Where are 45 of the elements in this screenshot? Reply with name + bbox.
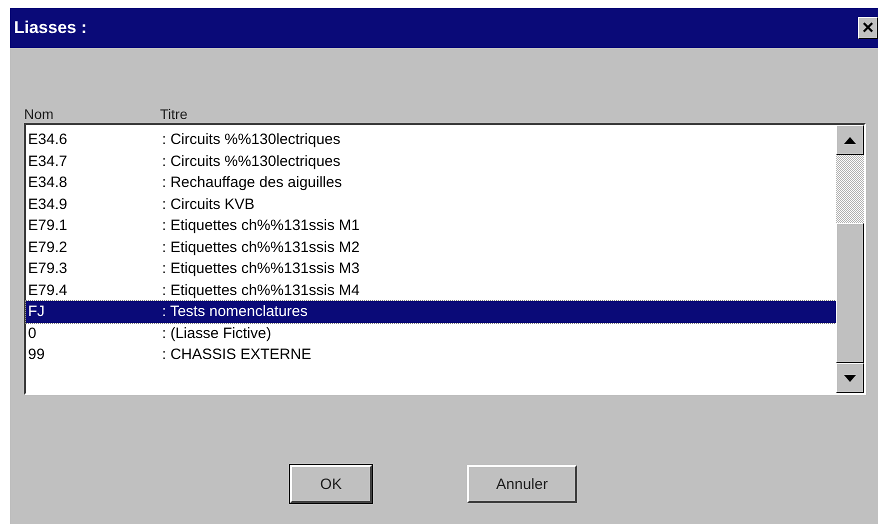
list-row[interactable]: E79.4 : Etiquettes ch%%131ssis M4 xyxy=(26,280,836,301)
close-button[interactable]: × xyxy=(858,17,878,39)
column-header: Nom xyxy=(24,106,55,122)
name-text: 0 xyxy=(28,324,38,342)
list-row[interactable]: E79.3 : Etiquettes ch%%131ssis M3 xyxy=(26,258,836,280)
name-text: FJ xyxy=(28,303,46,320)
name-text: E79.1 xyxy=(28,217,68,234)
scrollbar[interactable] xyxy=(836,125,864,393)
list-row[interactable]: E79.1 : Etiquettes ch%%131ssis M1 xyxy=(26,215,836,236)
title-text: : (Liasse Fictive) xyxy=(162,324,272,342)
title-text: : Etiquettes ch%%131ssis M1 xyxy=(162,217,360,234)
title-text: : Rechauffage des aiguilles xyxy=(162,174,342,192)
window-title: Liasses : xyxy=(14,18,87,38)
name-text: E34.7 xyxy=(28,152,68,170)
list-row[interactable]: 99 : CHASSIS EXTERNE xyxy=(26,344,836,366)
list-row[interactable]: FJ : Tests nomenclatures xyxy=(26,301,836,322)
cancel-button[interactable]: Annuler xyxy=(467,465,577,503)
name-text: E79.3 xyxy=(28,260,68,278)
name-text: E34.9 xyxy=(28,196,68,213)
title-text: : Circuits %%130lectriques xyxy=(162,152,340,170)
list-row[interactable]: 0 : (Liasse Fictive) xyxy=(26,322,836,344)
name-text: 99 xyxy=(28,346,46,364)
down-arrow-icon xyxy=(844,374,856,382)
title-text: : Circuits KVB xyxy=(162,196,255,213)
up-arrow-icon xyxy=(844,136,856,144)
list-row[interactable]: E34.6 : Circuits %%130lectriques xyxy=(26,129,836,150)
name-text: E79.4 xyxy=(28,282,68,299)
scroll-down-button[interactable] xyxy=(836,363,864,393)
name-text: E34.8 xyxy=(28,174,68,192)
scroll-up-button[interactable] xyxy=(836,125,864,155)
title-text: : Etiquettes ch%%131ssis M3 xyxy=(162,260,360,278)
list-row[interactable]: E34.7 : Circuits %%130lectriques xyxy=(26,150,836,172)
title-text: : Etiquettes ch%%131ssis M2 xyxy=(162,238,360,256)
column-header: Titre xyxy=(160,106,188,122)
name-text: E34.6 xyxy=(28,131,68,148)
title-text: : CHASSIS EXTERNE xyxy=(162,346,312,364)
list-row[interactable]: E34.9 : Circuits KVB xyxy=(26,194,836,215)
list-row[interactable]: E79.2 : Etiquettes ch%%131ssis M2 xyxy=(26,236,836,258)
title-text: : Circuits %%130lectriques xyxy=(162,131,340,148)
title-text: : Etiquettes ch%%131ssis M4 xyxy=(162,282,360,299)
ok-button[interactable]: OK xyxy=(290,465,372,503)
list-row[interactable]: E34.8 : Rechauffage des aiguilles xyxy=(26,172,836,194)
title-text: : Tests nomenclatures xyxy=(162,303,308,320)
name-text: E79.2 xyxy=(28,238,68,256)
scroll-thumb[interactable] xyxy=(836,223,864,363)
